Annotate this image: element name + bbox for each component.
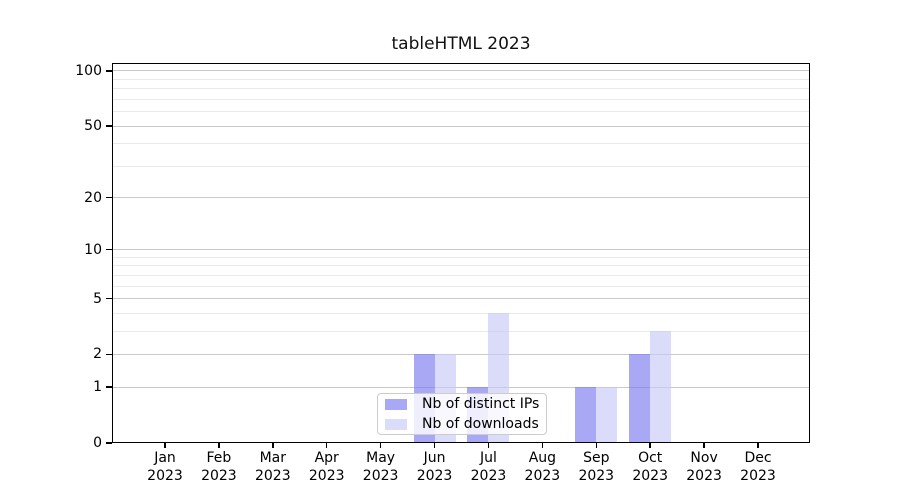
legend-item-distinct-ips: Nb of distinct IPs [385, 394, 546, 414]
x-tick-label-sep: Sep2023 [566, 449, 626, 485]
x-tick-label-year: 2023 [189, 467, 249, 485]
x-tick-mark-aug [542, 443, 544, 448]
x-tick-mark-sep [596, 443, 598, 448]
x-tick-label-month: Jan [135, 449, 195, 467]
x-tick-label-month: Dec [728, 449, 788, 467]
figure: tableHTML 2023 Nb of distinct IPs Nb of … [0, 0, 900, 500]
gridline-minor-70 [112, 99, 810, 100]
x-tick-label-year: 2023 [728, 467, 788, 485]
x-tick-label-year: 2023 [405, 467, 465, 485]
y-tick-label-5: 5 [36, 290, 102, 308]
y-tick-label-0: 0 [36, 434, 102, 452]
y-tick-mark-0 [106, 442, 112, 444]
gridline-minor-40 [112, 143, 810, 144]
x-tick-label-month: Nov [674, 449, 734, 467]
gridline-major-20 [112, 197, 810, 198]
gridline-major-1 [112, 387, 810, 388]
bar-distinct-ips-sep [575, 387, 596, 443]
y-tick-label-1: 1 [36, 378, 102, 396]
gridline-major-100 [112, 70, 810, 71]
y-tick-label-100: 100 [36, 62, 102, 80]
y-tick-label-10: 10 [36, 241, 102, 259]
x-tick-label-month: May [351, 449, 411, 467]
x-tick-label-month: Jun [405, 449, 465, 467]
x-tick-mark-may [380, 443, 382, 448]
x-tick-label-month: Oct [620, 449, 680, 467]
x-tick-label-month: Sep [566, 449, 626, 467]
plot-area: Nb of distinct IPs Nb of downloads [112, 63, 810, 443]
x-tick-label-apr: Apr2023 [297, 449, 357, 485]
legend: Nb of distinct IPs Nb of downloads [377, 393, 547, 435]
x-tick-label-jun: Jun2023 [405, 449, 465, 485]
bar-downloads-oct [650, 331, 671, 443]
x-tick-label-month: Mar [243, 449, 303, 467]
x-tick-mark-jul [488, 443, 490, 448]
x-tick-label-may: May2023 [351, 449, 411, 485]
gridline-minor-60 [112, 111, 810, 112]
gridline-minor-6 [112, 286, 810, 287]
gridline-minor-90 [112, 79, 810, 80]
x-tick-mark-feb [218, 443, 220, 448]
x-tick-label-feb: Feb2023 [189, 449, 249, 485]
x-tick-label-jan: Jan2023 [135, 449, 195, 485]
x-tick-label-year: 2023 [566, 467, 626, 485]
y-tick-label-20: 20 [36, 189, 102, 207]
y-tick-label-50: 50 [36, 117, 102, 135]
legend-swatch-downloads [385, 419, 407, 430]
x-tick-label-month: Jul [458, 449, 518, 467]
gridline-minor-3 [112, 331, 810, 332]
gridline-minor-9 [112, 257, 810, 258]
legend-swatch-distinct-ips [385, 399, 407, 410]
x-tick-mark-jan [164, 443, 166, 448]
x-tick-label-year: 2023 [351, 467, 411, 485]
gridline-major-2 [112, 354, 810, 355]
gridline-major-10 [112, 249, 810, 250]
x-tick-label-year: 2023 [458, 467, 518, 485]
gridline-minor-30 [112, 166, 810, 167]
chart-title: tableHTML 2023 [112, 34, 810, 54]
x-tick-label-month: Aug [512, 449, 572, 467]
x-tick-label-month: Apr [297, 449, 357, 467]
x-tick-label-year: 2023 [243, 467, 303, 485]
gridline-major-5 [112, 298, 810, 299]
bar-downloads-sep [596, 387, 617, 443]
x-tick-label-mar: Mar2023 [243, 449, 303, 485]
x-tick-label-year: 2023 [674, 467, 734, 485]
x-tick-label-jul: Jul2023 [458, 449, 518, 485]
x-tick-mark-nov [703, 443, 705, 448]
x-tick-label-nov: Nov2023 [674, 449, 734, 485]
x-tick-label-dec: Dec2023 [728, 449, 788, 485]
x-tick-label-year: 2023 [512, 467, 572, 485]
x-tick-mark-jun [434, 443, 436, 448]
x-tick-label-aug: Aug2023 [512, 449, 572, 485]
bar-distinct-ips-oct [629, 354, 650, 443]
x-tick-mark-oct [649, 443, 651, 448]
gridline-minor-7 [112, 275, 810, 276]
legend-label-downloads: Nb of downloads [422, 416, 539, 432]
legend-item-downloads: Nb of downloads [385, 414, 546, 434]
x-tick-label-month: Feb [189, 449, 249, 467]
legend-label-distinct-ips: Nb of distinct IPs [422, 396, 539, 412]
x-tick-mark-apr [326, 443, 328, 448]
y-tick-label-2: 2 [36, 345, 102, 363]
gridline-minor-80 [112, 88, 810, 89]
x-tick-label-year: 2023 [297, 467, 357, 485]
gridline-minor-4 [112, 313, 810, 314]
x-tick-mark-mar [272, 443, 274, 448]
x-tick-label-oct: Oct2023 [620, 449, 680, 485]
x-tick-label-year: 2023 [135, 467, 195, 485]
x-tick-label-year: 2023 [620, 467, 680, 485]
gridline-minor-8 [112, 265, 810, 266]
x-tick-mark-dec [757, 443, 759, 448]
gridline-major-50 [112, 126, 810, 127]
